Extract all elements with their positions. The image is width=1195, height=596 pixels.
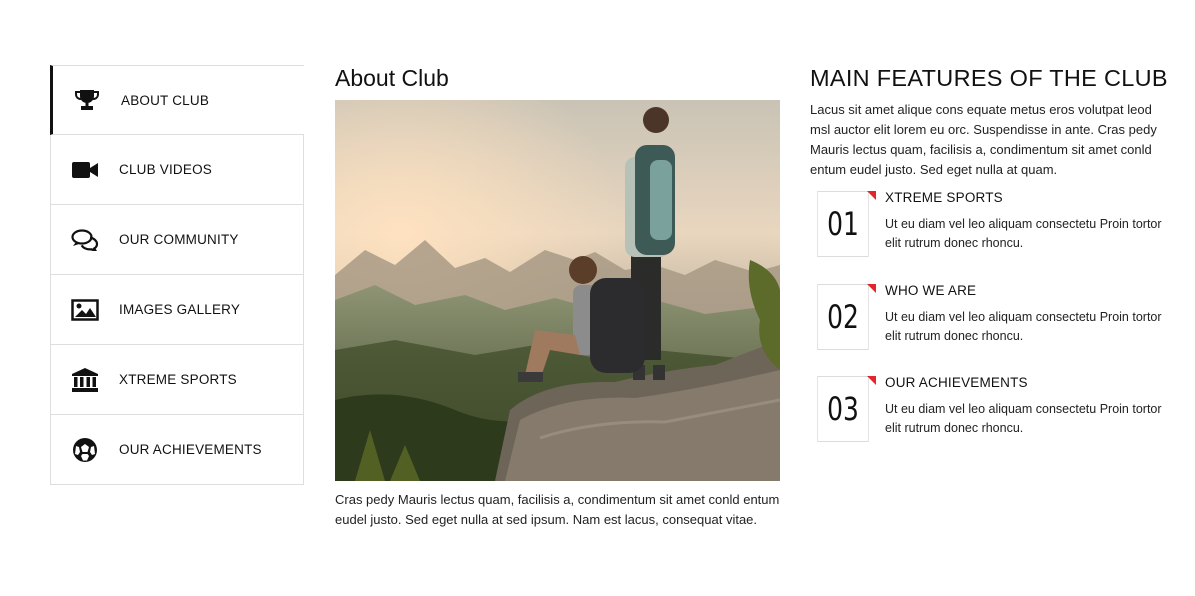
sidebar-item-our-achievements[interactable]: OUR ACHIEVEMENTS (50, 415, 304, 485)
features-intro: Lacus sit amet alique cons equate metus … (810, 102, 1157, 177)
about-text: Cras pedy Mauris lectus quam, facilisis … (335, 492, 780, 527)
feature-desc: Ut eu diam vel leo aliquam consectetu Pr… (885, 310, 1162, 343)
feature-item-2: 02 WHO WE ARE Ut eu diam vel leo aliquam… (810, 283, 1170, 350)
bank-icon (51, 367, 119, 393)
image-icon (51, 298, 119, 321)
sidebar-item-label: ABOUT CLUB (121, 92, 210, 108)
feature-item-3: 03 OUR ACHIEVEMENTS Ut eu diam vel leo a… (810, 375, 1170, 442)
feature-number: 01 (817, 191, 869, 257)
feature-number: 02 (817, 284, 869, 350)
feature-number-box: 03 (810, 376, 876, 442)
feature-title: OUR ACHIEVEMENTS (885, 375, 1028, 390)
feature-number-box: 01 (810, 191, 876, 257)
feature-title: WHO WE ARE (885, 283, 977, 298)
about-section: About Club Cras pedy Mauris lectus quam,… (335, 62, 780, 530)
sidebar-menu: ABOUT CLUB CLUB VIDEOS OUR COMMUNITY IMA… (50, 65, 304, 485)
features-section: MAIN FEATURES OF THE CLUB Lacus sit amet… (810, 62, 1170, 442)
sidebar-item-label: IMAGES GALLERY (119, 302, 241, 317)
feature-desc: Ut eu diam vel leo aliquam consectetu Pr… (885, 402, 1162, 435)
sidebar-item-our-community[interactable]: OUR COMMUNITY (50, 205, 304, 275)
soccer-ball-icon (51, 437, 119, 463)
feature-number-box: 02 (810, 284, 876, 350)
sidebar-item-label: XTREME SPORTS (119, 372, 237, 387)
sidebar-item-about-club[interactable]: ABOUT CLUB (50, 65, 304, 135)
feature-desc: Ut eu diam vel leo aliquam consectetu Pr… (885, 217, 1162, 250)
sidebar-item-label: CLUB VIDEOS (119, 162, 212, 177)
features-title: MAIN FEATURES OF THE CLUB (810, 65, 1168, 91)
trophy-icon (53, 88, 121, 112)
feature-number: 03 (817, 376, 869, 442)
sidebar-item-label: OUR ACHIEVEMENTS (119, 442, 262, 457)
sidebar-item-images-gallery[interactable]: IMAGES GALLERY (50, 275, 304, 345)
sidebar-item-club-videos[interactable]: CLUB VIDEOS (50, 135, 304, 205)
hikers-on-cliff-photo (335, 100, 780, 481)
about-title: About Club (335, 65, 449, 91)
corner-accent-icon (867, 376, 876, 385)
feature-item-1: 01 XTREME SPORTS Ut eu diam vel leo aliq… (810, 190, 1170, 257)
video-camera-icon (51, 160, 119, 180)
feature-title: XTREME SPORTS (885, 190, 1003, 205)
corner-accent-icon (867, 284, 876, 293)
sidebar-item-label: OUR COMMUNITY (119, 232, 239, 247)
sidebar-item-xtreme-sports[interactable]: XTREME SPORTS (50, 345, 304, 415)
chat-bubbles-icon (51, 228, 119, 251)
corner-accent-icon (867, 191, 876, 200)
